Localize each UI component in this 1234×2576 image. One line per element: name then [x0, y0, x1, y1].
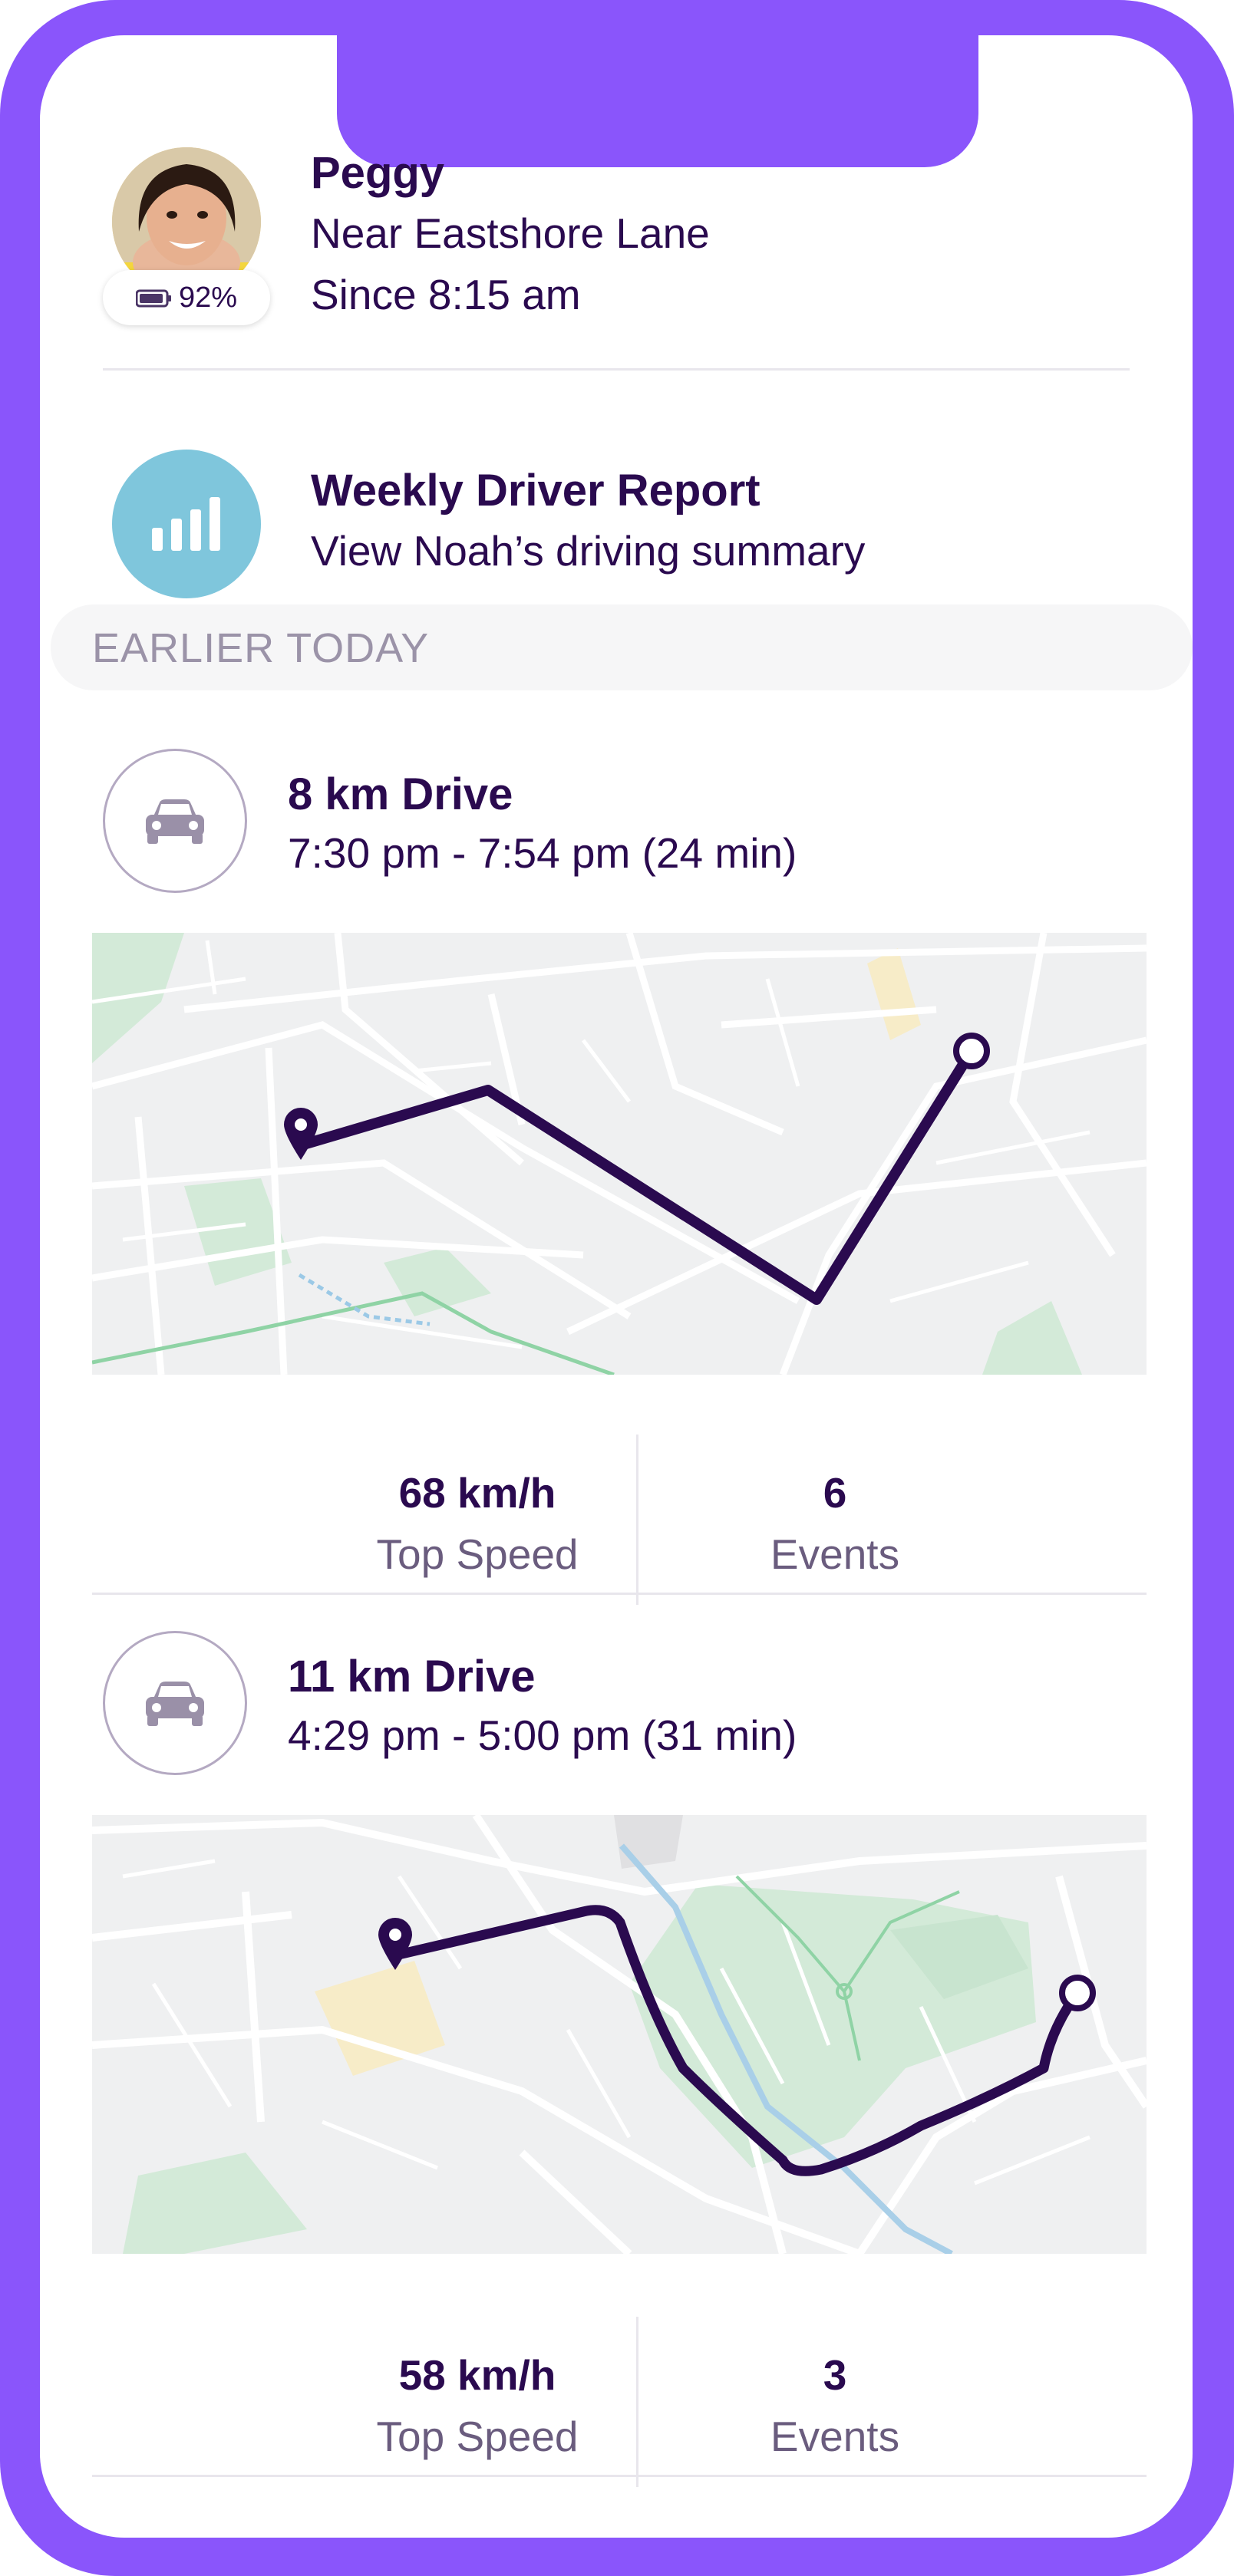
profile-name: Peggy [311, 148, 445, 198]
bar-chart-icon [152, 497, 220, 551]
profile-since: Since 8:15 am [311, 271, 581, 318]
top-speed-value: 58 km/h [398, 2351, 556, 2399]
top-speed-value: 68 km/h [398, 1469, 556, 1517]
end-point-icon [1059, 1975, 1096, 2011]
divider [103, 368, 1130, 371]
events-label: Events [770, 2413, 900, 2460]
car-icon [146, 1682, 204, 1726]
drive-title: 11 km Drive [288, 1652, 536, 1701]
profile-location: Near Eastshore Lane [311, 209, 710, 257]
drive-title: 8 km Drive [288, 769, 513, 819]
drive-time: 7:30 pm - 7:54 pm (24 min) [288, 829, 797, 877]
drive-time: 4:29 pm - 5:00 pm (31 min) [288, 1711, 797, 1759]
section-header-label: EARLIER TODAY [92, 625, 430, 671]
top-speed-label: Top Speed [376, 2413, 579, 2460]
stat-divider [636, 2317, 638, 2487]
profile-row[interactable]: 92% Peggy Near Eastshore Lane Since 8:15… [40, 35, 1193, 365]
events-value: 3 [823, 2351, 847, 2399]
map-canvas [92, 933, 1147, 1375]
car-icon-circle [103, 749, 247, 893]
stat-divider [636, 1435, 638, 1605]
battery-badge: 92% [103, 270, 270, 325]
report-subtitle: View Noah’s driving summary [311, 527, 866, 575]
battery-icon [135, 289, 171, 308]
car-icon [146, 799, 204, 844]
app-screen: 92% Peggy Near Eastshore Lane Since 8:15… [40, 35, 1193, 2538]
divider [92, 2475, 1147, 2477]
car-icon-circle [103, 1631, 247, 1775]
report-icon-circle [112, 450, 261, 598]
weekly-report-row[interactable]: Weekly Driver Report View Noah’s driving… [40, 373, 1193, 634]
events-label: Events [770, 1530, 900, 1578]
end-point-icon [953, 1033, 990, 1069]
section-header: EARLIER TODAY [51, 604, 1193, 690]
report-title: Weekly Driver Report [311, 466, 761, 516]
events-value: 6 [823, 1469, 847, 1517]
top-speed-label: Top Speed [376, 1530, 579, 1578]
drive-map[interactable] [92, 1815, 1147, 2254]
divider [92, 1593, 1147, 1595]
battery-percent: 92% [178, 281, 238, 314]
map-canvas [92, 1815, 1147, 2254]
drive-card-1[interactable]: 8 km Drive 7:30 pm - 7:54 pm (24 min) 68… [40, 726, 1193, 1605]
drive-card-2[interactable]: 11 km Drive 4:29 pm - 5:00 pm (31 min) 5… [40, 1608, 1193, 2498]
device-frame: 92% Peggy Near Eastshore Lane Since 8:15… [0, 0, 1234, 2576]
drive-map[interactable] [92, 933, 1147, 1375]
